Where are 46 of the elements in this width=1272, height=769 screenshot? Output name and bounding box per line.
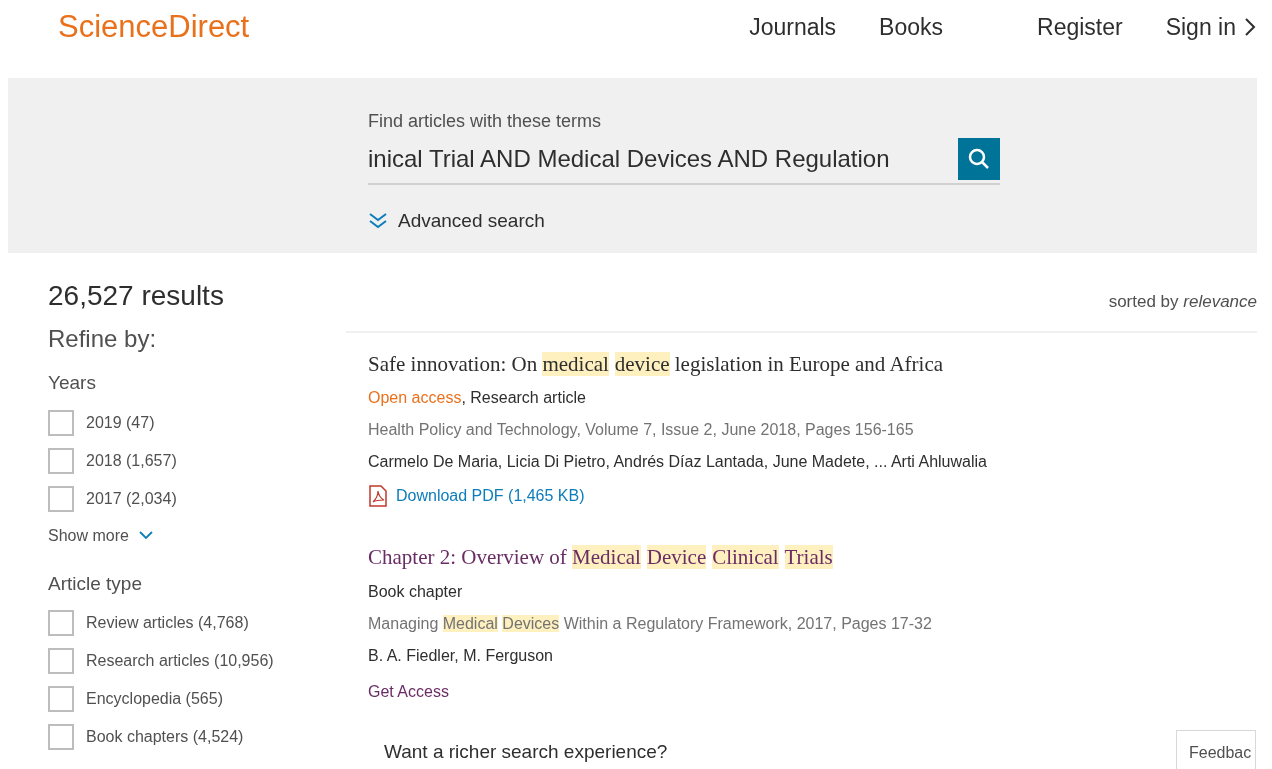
checkbox[interactable] (48, 648, 74, 674)
result-authors: Carmelo De Maria, Licia Di Pietro, Andrés Díaz Lantada, June Madete, ... Arti Ahluwalia (368, 452, 987, 472)
filter-option[interactable]: Research articles (10,956) (86, 649, 274, 673)
chevron-right-icon (1244, 17, 1256, 37)
register-link[interactable]: Register (1037, 9, 1123, 45)
results-count: 26,527 results (48, 279, 225, 313)
refine-heading: Refine by: (48, 324, 158, 354)
download-pdf-link[interactable]: Download PDF (1,465 KB) (396, 484, 585, 508)
filter-heading: Article type (48, 571, 143, 596)
sort-label: sorted by relevance (1108, 291, 1257, 313)
search-field[interactable]: inical Trial AND Medical Devices AND Regulation (368, 141, 958, 177)
nav-link[interactable]: Journals (749, 9, 837, 45)
result-authors: B. A. Fiedler, M. Ferguson (368, 645, 553, 666)
article-type: Book chapter (368, 581, 463, 602)
promo-text: Want a richer search experience? (384, 739, 668, 764)
article-type: , Research article (461, 388, 586, 408)
filter-heading: Years (48, 371, 97, 395)
open-access-label: Open access (368, 388, 462, 408)
result-title[interactable]: Safe innovation: On medical device legislation in Europe and Africa (368, 348, 944, 380)
result-title[interactable]: Chapter 2: Overview of Medical Device Clinical Trials (368, 542, 833, 574)
sign-in-link[interactable]: Sign in (1165, 9, 1256, 45)
search-icon (967, 147, 991, 171)
show-more-link[interactable]: Show more (48, 523, 346, 548)
filter-option[interactable]: 2018 (1,657) (86, 448, 177, 473)
feedback-button[interactable]: Feedbac (1176, 730, 1257, 769)
filter-option[interactable]: Review articles (4,768) (86, 611, 249, 635)
checkbox[interactable] (48, 724, 74, 750)
checkbox[interactable] (48, 409, 74, 436)
checkbox[interactable] (48, 485, 74, 512)
result-source: Managing Medical Devices Within a Regulatory Framework, 2017, Pages 17-32 (368, 613, 932, 634)
advanced-search-link[interactable]: Advanced search (398, 207, 545, 236)
checkbox[interactable] (48, 686, 74, 712)
get-access-link[interactable]: Get Access (368, 679, 449, 704)
chevron-down-icon (138, 531, 153, 540)
search-label: Find articles with these terms (368, 110, 603, 133)
checkbox[interactable] (48, 447, 74, 474)
result-source: Health Policy and Technology, Volume 7, Issue 2, June 2018, Pages 156-165 (368, 420, 914, 440)
filter-option[interactable]: 2017 (2,034) (86, 486, 177, 511)
nav-link[interactable]: Books (879, 9, 943, 45)
double-chevron-down-icon (368, 212, 388, 231)
filter-option[interactable]: 2019 (47) (86, 410, 155, 435)
filter-option[interactable]: Encyclopedia (565) (86, 687, 223, 711)
filter-option[interactable]: Book chapters (4,524) (86, 725, 244, 749)
search-button[interactable] (958, 138, 1000, 180)
checkbox[interactable] (48, 610, 74, 636)
pdf-icon (368, 485, 388, 507)
